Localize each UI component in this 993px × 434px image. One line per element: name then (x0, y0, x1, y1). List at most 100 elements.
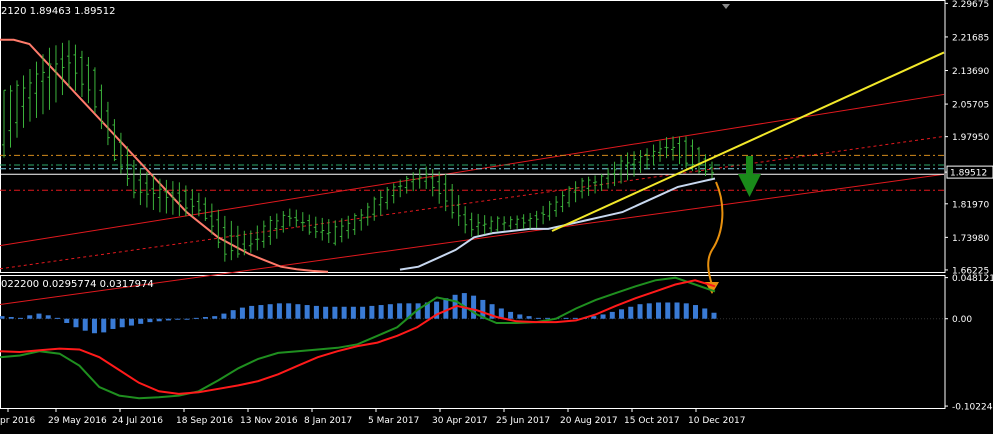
macd-histogram-bar (193, 317, 199, 319)
macd-y-tick-label: -0.102244 (952, 403, 993, 413)
macd-histogram-bar (313, 305, 319, 319)
macd-histogram-bar (258, 305, 264, 319)
macd-histogram-bar (702, 308, 708, 319)
macd-histogram-bar (36, 313, 42, 319)
macd-histogram-bar (600, 314, 606, 319)
macd-histogram-bar (656, 302, 662, 319)
ma-light-line (399, 177, 716, 271)
macd-histogram-bar (82, 318, 88, 331)
macd-histogram-bar (64, 318, 70, 323)
macd-histogram-bar (397, 303, 403, 319)
x-tick-label: 20 Aug 2017 (560, 416, 618, 426)
x-tick-label: 30 Apr 2017 (432, 416, 488, 426)
y-tick-label: 2.29675 (952, 0, 989, 10)
macd-histogram-bar (276, 303, 282, 319)
current-price-label: 1.89512 (950, 169, 987, 179)
macd-histogram-bar (693, 305, 699, 319)
macd-histogram-bar (91, 318, 97, 334)
macd-histogram-bar (175, 318, 181, 320)
macd-histogram-bar (286, 303, 292, 319)
orange-curved-arrow-icon (705, 181, 724, 294)
macd-histogram-bar (665, 302, 671, 319)
macd-histogram-bar (637, 304, 643, 319)
macd-histogram-bar (304, 305, 310, 319)
macd-histogram-bar (0, 316, 5, 319)
macd-histogram-bar (184, 318, 190, 320)
macd-histogram-bar (360, 306, 366, 319)
macd-histogram-bar (711, 312, 717, 319)
macd-y-tick-label: 0.00 (952, 315, 972, 325)
macd-histogram-bar (387, 304, 393, 319)
macd-histogram-bar (212, 316, 218, 319)
x-tick-label: 29 May 2016 (48, 416, 107, 426)
ohlc-readout: 2120 1.89463 1.89512 (1, 6, 116, 17)
macd-histogram-bar (17, 317, 23, 319)
macd-main-line (0, 276, 716, 400)
green-down-arrow-icon (738, 156, 761, 197)
macd-histogram-bar (8, 317, 14, 319)
macd-histogram-bar (295, 304, 301, 319)
macd-histogram-bar (646, 303, 652, 319)
scroll-marker-icon (722, 4, 730, 9)
x-tick-label: 18 Sep 2016 (176, 416, 233, 426)
macd-histogram-bar (138, 318, 144, 324)
macd-y-tick-label: 0.048121 (952, 274, 993, 284)
macd-signal-line (0, 279, 716, 395)
macd-histogram-bar (202, 317, 208, 319)
macd-histogram-bar (508, 311, 514, 319)
macd-histogram-bar (147, 318, 153, 323)
x-tick-label: 15 Oct 2017 (624, 416, 680, 426)
macd-histogram-bar (221, 313, 227, 319)
macd-histogram-bar (443, 298, 449, 319)
macd-histogram-bar (45, 315, 51, 319)
macd-pane-frame (0, 275, 946, 409)
macd-histogram-bar (128, 318, 134, 326)
x-tick-label: 13 Nov 2016 (240, 416, 298, 426)
macd-histogram-bar (249, 305, 255, 319)
macd-histogram-bar (369, 305, 375, 319)
trading-chart[interactable]: 2.29675 2.21685 2.13690 2.05705 1.97950 1.895… (0, 0, 993, 430)
macd-histogram-bar (572, 317, 578, 319)
x-tick-label: 8 Jan 2017 (304, 416, 352, 426)
x-tick-label: 25 Jun 2017 (496, 416, 550, 426)
macd-histogram-bar (239, 307, 245, 319)
main-pane-frame (0, 0, 946, 273)
macd-histogram-bar (332, 306, 338, 319)
macd-histogram-bar (378, 305, 384, 319)
macd-histogram-bar (110, 318, 116, 329)
macd-readout: 022200 0.0295774 0.0317974 (1, 279, 154, 290)
arrow-shaft (746, 156, 753, 174)
y-tick-label: 2.13690 (952, 67, 989, 77)
macd-histogram-bar (619, 309, 625, 319)
macd-histogram-bar (609, 311, 615, 319)
macd-histogram-bar (471, 295, 477, 319)
macd-histogram-bar (27, 315, 33, 319)
x-tick-label: 5 Mar 2017 (368, 416, 419, 426)
macd-histogram-bar (119, 318, 125, 328)
y-tick-label: 1.73980 (952, 234, 989, 244)
macd-histogram-bar (341, 306, 347, 319)
macd-histogram-bar (323, 306, 329, 319)
x-tick-label: pr 2016 (0, 416, 35, 426)
arrow-head (738, 174, 761, 197)
macd-histogram-bar (101, 318, 107, 333)
macd-histogram-bar (517, 314, 523, 319)
yellow-trendline (551, 51, 945, 232)
macd-histogram-bar (526, 316, 532, 319)
y-tick-label: 1.81970 (952, 200, 989, 210)
macd-histogram-bar (683, 303, 689, 319)
arrow-curve (707, 181, 724, 286)
macd-histogram-bar (156, 318, 162, 322)
macd-histogram-bar (674, 302, 680, 319)
channel-mid-line (0, 135, 945, 270)
x-tick-label: 10 Dec 2017 (688, 416, 746, 426)
macd-histogram-bar (545, 317, 551, 319)
x-tick-label: 24 Jul 2016 (112, 416, 163, 426)
macd-histogram-bar (230, 310, 236, 319)
macd-histogram-bar (535, 317, 541, 319)
macd-histogram-bar (73, 318, 79, 328)
y-tick-label: 1.97950 (952, 133, 989, 143)
macd-histogram-bar (267, 304, 273, 319)
chart-canvas[interactable]: 2.29675 2.21685 2.13690 2.05705 1.97950 1.895… (0, 0, 993, 430)
macd-histogram-bar (628, 306, 634, 319)
